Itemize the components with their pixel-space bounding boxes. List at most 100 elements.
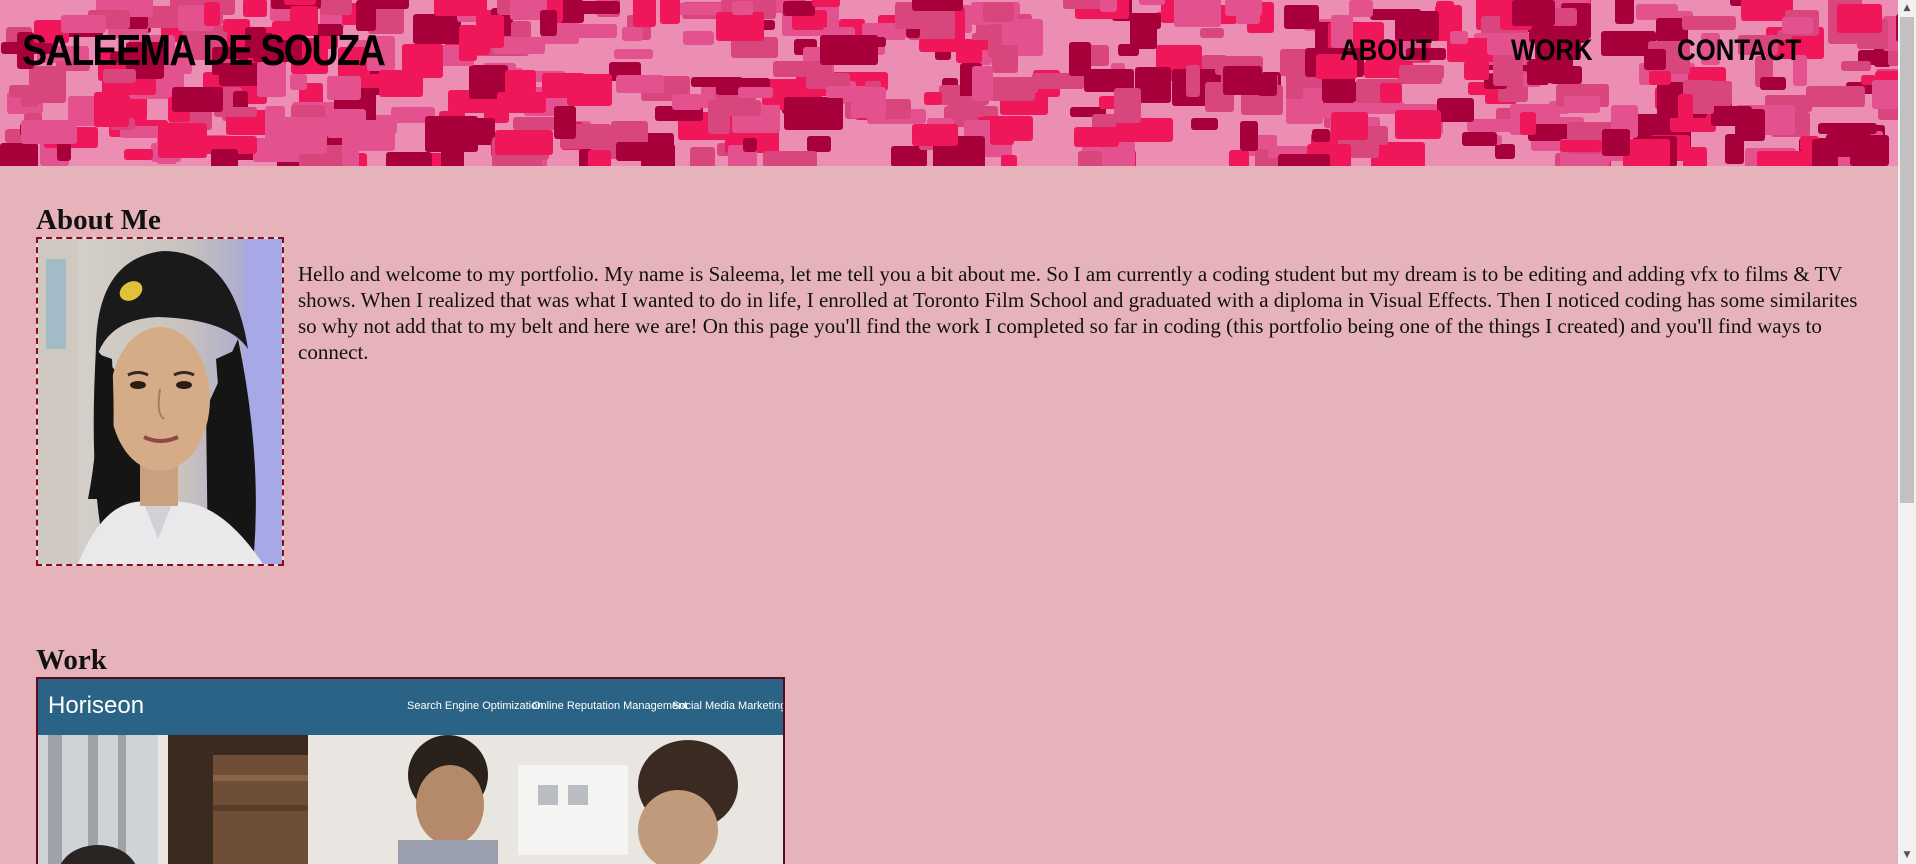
header-pattern-block [972, 66, 993, 101]
work-heading: Work [36, 644, 107, 676]
header-pattern-block [1371, 142, 1425, 166]
header-pattern-block [505, 70, 536, 94]
header-pattern-block [513, 117, 561, 130]
site-header: SALEEMA DE SOUZA ABOUT WORK CONTACT [0, 0, 1898, 166]
header-pattern-block [1450, 31, 1468, 44]
header-pattern-block [1812, 139, 1838, 166]
project-nav-link: Online Reputation Management [532, 700, 688, 712]
header-pattern-block [716, 12, 764, 41]
header-pattern-block [1236, 0, 1260, 24]
header-pattern-block [884, 99, 911, 119]
header-pattern-block [660, 0, 680, 24]
header-pattern-block [1711, 106, 1752, 126]
header-pattern-block [1074, 127, 1119, 147]
header-pattern-block [1240, 121, 1258, 151]
header-pattern-block [990, 118, 1014, 145]
header-pattern-block [1312, 129, 1330, 142]
header-pattern-block [21, 120, 77, 144]
header-pattern-block [172, 87, 223, 112]
header-pattern-block [1615, 0, 1634, 24]
header-pattern-block [622, 27, 643, 41]
header-pattern-block [1623, 139, 1670, 166]
header-pattern-block [1818, 123, 1877, 134]
header-pattern-block [691, 77, 743, 87]
header-pattern-block [1564, 96, 1600, 113]
header-pattern-block [1078, 151, 1102, 166]
header-pattern-block [1114, 88, 1141, 123]
nav-about-link[interactable]: ABOUT [1340, 28, 1432, 74]
header-pattern-block [327, 109, 366, 132]
header-pattern-block [912, 124, 958, 146]
header-pattern-block [1118, 44, 1139, 56]
scrollbar-thumb[interactable] [1900, 17, 1914, 503]
header-pattern-block [386, 152, 432, 166]
header-pattern-block [1349, 0, 1373, 17]
header-pattern-block [1284, 5, 1319, 29]
header-pattern-block [1191, 118, 1218, 130]
header-pattern-block [1872, 80, 1898, 109]
header-pattern-block [1636, 4, 1678, 20]
project-screenshot-photo [38, 735, 783, 864]
header-pattern-block [379, 70, 423, 97]
header-pattern-block [1757, 151, 1815, 166]
header-pattern-block [992, 45, 1018, 73]
header-pattern-block [1278, 154, 1330, 166]
header-pattern-block [1464, 61, 1489, 80]
header-pattern-block [633, 0, 656, 27]
header-pattern-block [732, 1, 753, 15]
header-pattern-block [763, 151, 817, 166]
header-pattern-block [616, 75, 664, 93]
header-pattern-block [1069, 42, 1091, 76]
header-pattern-block [211, 149, 238, 166]
header-pattern-block [1602, 129, 1630, 156]
header-pattern-block [243, 0, 267, 17]
header-pattern-block [495, 130, 553, 155]
header-pattern-block [124, 149, 153, 160]
nav-contact-link[interactable]: CONTACT [1677, 28, 1801, 74]
header-pattern-block [1186, 65, 1200, 97]
header-pattern-block [1130, 13, 1161, 29]
header-pattern-block [738, 87, 773, 98]
header-pattern-block [540, 10, 557, 36]
header-pattern-block [672, 94, 702, 110]
nav-work-link[interactable]: WORK [1511, 28, 1593, 74]
header-pattern-block [616, 142, 661, 161]
vertical-scrollbar[interactable]: ▲ ▼ [1898, 0, 1916, 864]
header-pattern-block [554, 106, 576, 139]
header-pattern-block [413, 14, 461, 44]
scroll-down-arrow-icon[interactable]: ▼ [1898, 847, 1916, 864]
header-pattern-block [370, 0, 409, 9]
header-pattern-block [320, 0, 352, 15]
header-pattern-block [1395, 110, 1441, 139]
header-pattern-block [1644, 49, 1666, 70]
header-pattern-block [851, 87, 886, 118]
header-pattern-block [21, 86, 38, 107]
header-pattern-block [1139, 0, 1165, 5]
profile-photo-image [38, 239, 282, 564]
header-pattern-block [1462, 132, 1497, 146]
header-pattern-block [1760, 77, 1786, 90]
header-pattern-block [683, 31, 714, 45]
header-pattern-block [784, 97, 843, 130]
header-pattern-block [820, 35, 878, 65]
header-pattern-block [1649, 71, 1671, 85]
header-pattern-block [1331, 112, 1368, 140]
scroll-up-arrow-icon[interactable]: ▲ [1898, 0, 1916, 17]
site-title[interactable]: SALEEMA DE SOUZA [22, 24, 386, 78]
header-pattern-block [1512, 0, 1555, 26]
header-pattern-block [204, 2, 220, 26]
header-pattern-block [1495, 144, 1515, 159]
header-pattern-block [434, 0, 487, 16]
header-pattern-block [1678, 94, 1693, 121]
profile-photo [36, 237, 284, 566]
header-pattern-block [690, 147, 715, 166]
header-pattern-block [1841, 61, 1871, 71]
project-card-horiseon[interactable]: Horiseon Search Engine Optimization Onli… [36, 677, 785, 864]
header-pattern-block [1229, 150, 1249, 166]
header-pattern-block [1467, 119, 1514, 132]
project-brand: Horiseon [48, 692, 145, 719]
header-pattern-block [1001, 155, 1017, 166]
header-pattern-block [459, 25, 477, 61]
header-pattern-block [919, 39, 974, 52]
header-pattern-block [1850, 135, 1889, 166]
